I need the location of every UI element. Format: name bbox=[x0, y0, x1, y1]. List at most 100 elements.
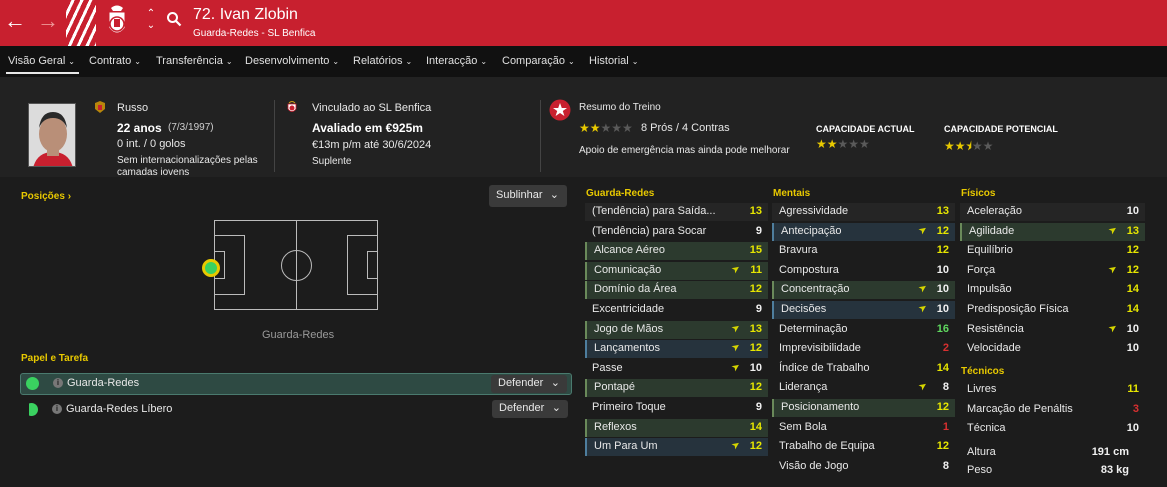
duty-dropdown[interactable]: Defender ⌄ bbox=[491, 375, 567, 393]
attribute-name: Excentricidade bbox=[592, 303, 665, 315]
attribute-row[interactable]: Equilíbrio 12 bbox=[960, 242, 1145, 260]
attribute-name: Alcance Aéreo bbox=[594, 244, 665, 257]
forward-arrow-icon[interactable]: → bbox=[36, 8, 60, 34]
attribute-row[interactable]: Primeiro Toque 9 bbox=[585, 399, 768, 417]
current-ability-stars: ★★★★★ bbox=[816, 137, 870, 151]
player-switch-arrows[interactable]: ⌃ ⌄ bbox=[145, 8, 157, 32]
tab-interaction[interactable]: Interacção ⌄ bbox=[426, 55, 487, 67]
tab-contract[interactable]: Contrato ⌄ bbox=[89, 55, 141, 67]
attribute-row[interactable]: Antecipação ➤ 12 bbox=[772, 222, 955, 241]
attribute-row[interactable]: Velocidade 10 bbox=[960, 340, 1145, 358]
attribute-row[interactable]: Marcação de Penáltis 3 bbox=[960, 401, 1145, 419]
improvement-arrow-icon: ➤ bbox=[1106, 321, 1120, 336]
attribute-row[interactable]: Aceleração 10 bbox=[960, 203, 1145, 221]
attribute-row[interactable]: Decisões ➤ 10 bbox=[772, 301, 955, 319]
attribute-row[interactable]: Alcance Aéreo 15 bbox=[585, 242, 768, 261]
attribute-row[interactable]: Excentricidade 9 bbox=[585, 301, 768, 319]
attribute-name: Um Para Um bbox=[594, 440, 658, 453]
attribute-row[interactable]: Agilidade ➤ 13 bbox=[960, 222, 1145, 241]
attribute-row[interactable]: (Tendência) para Saída... 13 bbox=[585, 203, 768, 221]
attribute-value: 14 bbox=[1126, 303, 1139, 315]
role-name: Guarda-Redes Líbero bbox=[66, 403, 173, 415]
role-row-sweeper-keeper[interactable]: i Guarda-Redes Líbero Defender ⌄ bbox=[20, 399, 572, 421]
info-icon[interactable]: i bbox=[53, 378, 63, 388]
attribute-row[interactable]: Sem Bola 1 bbox=[772, 419, 955, 437]
goalkeeper-position-marker[interactable] bbox=[202, 259, 220, 277]
attribute-row[interactable]: Determinação 16 bbox=[772, 321, 955, 339]
tab-transfer[interactable]: Transferência ⌄ bbox=[156, 55, 233, 67]
improvement-arrow-icon: ➤ bbox=[916, 301, 930, 316]
attribute-row[interactable]: Jogo de Mãos ➤ 13 bbox=[585, 320, 768, 339]
highlight-dropdown[interactable]: Sublinhar ⌄ bbox=[489, 185, 567, 207]
attribute-value: 14 bbox=[936, 361, 949, 374]
attribute-value: 12 bbox=[936, 244, 949, 257]
attribute-row[interactable]: Passe ➤ 10 bbox=[585, 360, 768, 378]
attribute-row[interactable]: Lançamentos ➤ 12 bbox=[585, 340, 768, 359]
attribute-value: 10 bbox=[936, 263, 949, 276]
attribute-row[interactable]: Imprevisibilidade 2 bbox=[772, 340, 955, 358]
attribute-row[interactable]: Um Para Um ➤ 12 bbox=[585, 438, 768, 457]
attribute-row[interactable]: Domínio da Área 12 bbox=[585, 281, 768, 300]
attribute-name: Técnica bbox=[967, 422, 1006, 435]
improvement-arrow-icon: ➤ bbox=[729, 360, 743, 375]
attribute-row[interactable]: Índice de Trabalho 14 bbox=[772, 360, 955, 378]
attribute-row[interactable]: Pontapé 12 bbox=[585, 379, 768, 398]
search-icon[interactable] bbox=[166, 11, 182, 27]
tab-history[interactable]: Historial ⌄ bbox=[589, 55, 638, 67]
attribute-row[interactable]: Agressividade 13 bbox=[772, 203, 955, 221]
squad-status: Suplente bbox=[312, 156, 352, 167]
attribute-value: 8 bbox=[942, 381, 949, 394]
attribute-row[interactable]: Impulsão 14 bbox=[960, 281, 1145, 299]
attribute-name: Primeiro Toque bbox=[592, 401, 666, 413]
attribute-row[interactable]: Compostura 10 bbox=[772, 262, 955, 280]
tab-comparison[interactable]: Comparação ⌄ bbox=[502, 55, 575, 67]
attribute-row[interactable]: Liderança ➤ 8 bbox=[772, 379, 955, 397]
divider bbox=[540, 100, 541, 172]
tab-development[interactable]: Desenvolvimento ⌄ bbox=[245, 55, 339, 67]
attribute-row[interactable]: Força ➤ 12 bbox=[960, 262, 1145, 280]
attribute-row[interactable]: Técnica 10 bbox=[960, 420, 1145, 438]
attribute-row[interactable]: Comunicação ➤ 11 bbox=[585, 261, 768, 280]
age: 22 anos bbox=[117, 121, 162, 135]
attribute-row[interactable]: Predisposição Física 14 bbox=[960, 301, 1145, 319]
attribute-row[interactable]: Resistência ➤ 10 bbox=[960, 321, 1145, 339]
improvement-arrow-icon: ➤ bbox=[1106, 262, 1120, 277]
pros-cons: 8 Prós / 4 Contras bbox=[641, 122, 730, 134]
back-arrow-icon[interactable]: ← bbox=[3, 8, 27, 34]
attribute-row[interactable]: Reflexos 14 bbox=[585, 418, 768, 437]
attribute-value: 13 bbox=[749, 205, 762, 217]
youth-intl-note-2: camadas jovens bbox=[117, 167, 190, 175]
attribute-name: Antecipação bbox=[781, 224, 842, 237]
attribute-name: (Tendência) para Saída... bbox=[592, 205, 716, 217]
tab-overview[interactable]: Visão Geral ⌄ bbox=[8, 55, 75, 67]
player-title: 72. Ivan Zlobin bbox=[193, 6, 298, 23]
positions-link[interactable]: Posições › bbox=[21, 191, 71, 202]
attribute-row[interactable]: (Tendência) para Socar 9 bbox=[585, 223, 768, 241]
attribute-row[interactable]: Trabalho de Equipa 12 bbox=[772, 438, 955, 456]
attribute-value: 10 bbox=[1126, 342, 1139, 355]
improvement-arrow-icon: ➤ bbox=[1106, 223, 1120, 238]
attribute-row[interactable]: Visão de Jogo 8 bbox=[772, 458, 955, 476]
club-crest-icon[interactable] bbox=[100, 2, 134, 42]
attribute-row[interactable]: Posicionamento 12 bbox=[772, 399, 955, 417]
attribute-row[interactable]: Livres 11 bbox=[960, 381, 1145, 399]
attribute-row[interactable]: Bravura 12 bbox=[772, 242, 955, 260]
attribute-name: Agilidade bbox=[969, 224, 1015, 237]
attribute-name: Bravura bbox=[779, 244, 818, 257]
tab-reports[interactable]: Relatórios ⌄ bbox=[353, 55, 412, 67]
duty-dropdown[interactable]: Defender ⌄ bbox=[492, 400, 568, 418]
training-star-icon bbox=[549, 99, 571, 121]
improvement-arrow-icon: ➤ bbox=[916, 281, 930, 296]
attribute-value: 9 bbox=[755, 224, 762, 237]
training-stars: ★★★★★ bbox=[579, 121, 633, 135]
info-icon[interactable]: i bbox=[52, 404, 62, 414]
attribute-name: Sem Bola bbox=[779, 420, 827, 433]
attribute-value: 11 bbox=[1127, 383, 1139, 395]
attribute-name: (Tendência) para Socar bbox=[592, 224, 707, 237]
top-bar: ← → ⌃ ⌄ 72. Ivan Zlobin Guarda-Redes - SL… bbox=[0, 0, 1167, 46]
attribute-name: Jogo de Mãos bbox=[594, 322, 664, 335]
role-row-goalkeeper[interactable]: i Guarda-Redes Defender ⌄ bbox=[20, 373, 572, 395]
attribute-value: 10 bbox=[1126, 322, 1139, 335]
attribute-name: Equilíbrio bbox=[967, 244, 1013, 257]
attribute-row[interactable]: Concentração ➤ 10 bbox=[772, 281, 955, 300]
